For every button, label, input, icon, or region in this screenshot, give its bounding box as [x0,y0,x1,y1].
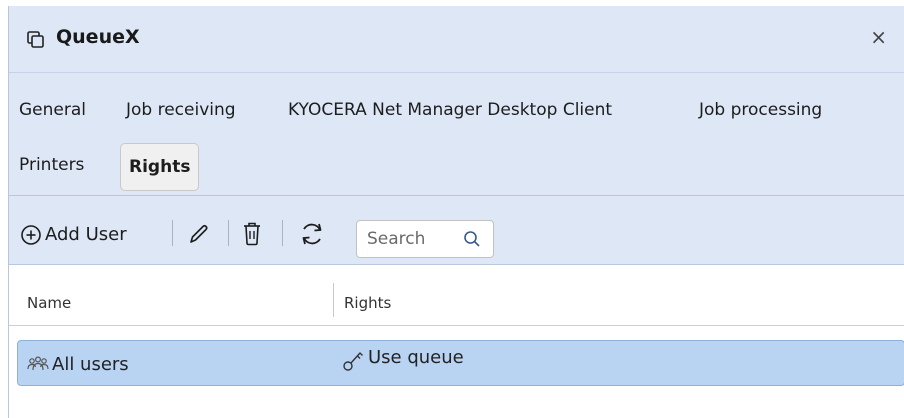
key-icon [343,352,363,371]
column-resize-handle[interactable] [333,283,334,317]
toolbar-separator [282,220,283,246]
tab-job-processing[interactable]: Job processing [699,100,822,120]
tab-kyocera-net-manager[interactable]: KYOCERA Net Manager Desktop Client [288,100,612,120]
row-name-cell: All users [52,354,129,375]
search-input[interactable] [365,228,459,250]
edit-pencil-icon[interactable] [187,222,211,246]
search-icon[interactable] [463,230,481,248]
trash-icon[interactable] [241,221,263,247]
close-button[interactable]: × [870,25,887,49]
add-user-label: Add User [45,224,127,245]
toolbar-separator [228,220,229,246]
window-title: QueueX [56,26,140,48]
table-header: Name Rights [9,265,904,326]
queue-icon [27,31,44,48]
search-box[interactable] [356,220,494,258]
tab-job-receiving[interactable]: Job receiving [126,100,236,120]
tab-printers[interactable]: Printers [19,155,84,175]
tab-rights[interactable]: Rights [120,143,200,191]
queue-properties-window: QueueX × General Job receiving KYOCERA N… [8,6,904,418]
title-bar: QueueX × [9,6,904,73]
tab-general[interactable]: General [19,100,86,120]
refresh-icon[interactable] [299,221,325,247]
add-circle-icon [21,225,41,245]
toolbar: Add User [9,196,904,265]
users-group-icon [27,356,49,371]
toolbar-separator [172,220,173,246]
column-header-rights[interactable]: Rights [344,294,391,312]
tab-bar: General Job receiving KYOCERA Net Manage… [9,73,904,196]
add-user-button[interactable]: Add User [9,196,159,264]
table-row[interactable]: All users Use queue [17,340,904,386]
row-rights-cell: Use queue [368,347,464,368]
column-header-name[interactable]: Name [27,294,71,312]
